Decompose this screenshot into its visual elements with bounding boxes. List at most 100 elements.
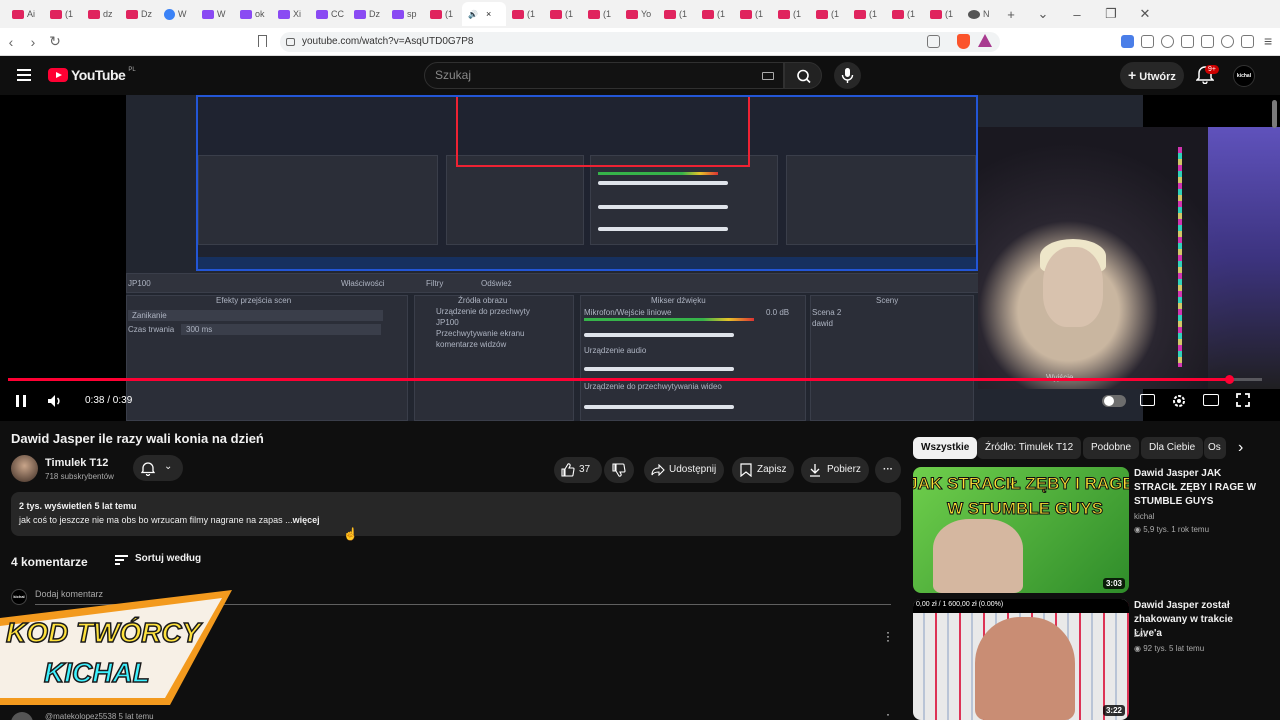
- browser-tab[interactable]: Dz: [120, 2, 158, 26]
- create-button[interactable]: + Utwórz: [1120, 62, 1184, 89]
- miniplayer-icon[interactable]: [1203, 394, 1219, 406]
- browser-menu-icon[interactable]: ≡: [1264, 33, 1272, 49]
- autoplay-toggle[interactable]: [1102, 395, 1126, 407]
- fullscreen-icon[interactable]: [1236, 393, 1250, 407]
- channel-name[interactable]: Timulek T12: [45, 457, 108, 469]
- account-avatar[interactable]: kichal: [1233, 65, 1255, 87]
- browser-tab[interactable]: N: [962, 2, 1000, 26]
- close-window-icon[interactable]: ✕: [1134, 6, 1156, 22]
- subscribe-bell-button[interactable]: ⌄: [133, 455, 183, 481]
- brave-rewards-icon[interactable]: [978, 34, 992, 47]
- chevron-right-icon[interactable]: ›: [1238, 439, 1243, 457]
- back-icon[interactable]: ‹: [0, 34, 22, 50]
- browser-tab[interactable]: W: [196, 2, 234, 26]
- share-button[interactable]: Udostępnij: [644, 457, 724, 483]
- browser-tab[interactable]: (1: [582, 2, 620, 26]
- recommended-title[interactable]: Dawid Jasper został zhakowany w trakcie …: [1134, 599, 1259, 641]
- browser-tab[interactable]: (1: [810, 2, 848, 26]
- chip-related[interactable]: Podobne: [1083, 437, 1140, 459]
- volume-icon[interactable]: [47, 394, 63, 408]
- translate-icon[interactable]: [1121, 35, 1134, 48]
- close-tab-icon[interactable]: ×: [486, 9, 491, 19]
- new-tab-button[interactable]: +: [1000, 7, 1022, 22]
- browser-tab[interactable]: (1: [734, 2, 772, 26]
- browser-tab[interactable]: (1: [696, 2, 734, 26]
- progress-bar[interactable]: [8, 375, 1262, 384]
- browser-tab[interactable]: (1: [924, 2, 962, 26]
- browser-tab[interactable]: CC: [310, 2, 348, 26]
- cast-icon[interactable]: [927, 35, 940, 48]
- subtitles-icon[interactable]: [1140, 394, 1155, 406]
- obs-source-item: Urządzenie do przechwyty: [436, 307, 530, 316]
- recommended-meta-text: 92 tys. 5 lat temu: [1143, 644, 1205, 653]
- browser-tab[interactable]: (1: [424, 2, 462, 26]
- minimize-icon[interactable]: –: [1066, 7, 1088, 22]
- wallet-icon[interactable]: [1201, 35, 1214, 48]
- show-more-link[interactable]: więcej: [293, 515, 320, 525]
- site-info-icon[interactable]: [286, 38, 295, 46]
- recommended-title[interactable]: Dawid Jasper JAK STRACIŁ ZĘBY I RAGE W S…: [1134, 467, 1259, 509]
- browser-tab[interactable]: (1: [544, 2, 582, 26]
- video-player[interactable]: Właściwości Filtry Odśwież JP100 Efekty …: [0, 95, 1280, 421]
- browser-tab[interactable]: dz: [82, 2, 120, 26]
- chip-for-you[interactable]: Dla Ciebie: [1141, 437, 1204, 459]
- music-icon[interactable]: [1161, 35, 1174, 48]
- like-button[interactable]: 37: [554, 457, 602, 483]
- restore-icon[interactable]: ❐: [1100, 6, 1122, 22]
- browser-tab[interactable]: Yo: [620, 2, 658, 26]
- browser-tab[interactable]: Dz: [348, 2, 386, 26]
- browser-tab-active[interactable]: 🔊 ×: [462, 2, 506, 26]
- more-actions-button[interactable]: ···: [875, 457, 901, 483]
- extensions-icon[interactable]: [1141, 35, 1154, 48]
- chip-partial[interactable]: Os: [1204, 437, 1226, 459]
- reload-icon[interactable]: ↻: [44, 33, 66, 50]
- search-input[interactable]: Szukaj: [424, 62, 784, 89]
- time-display: 0:38 / 0:39: [85, 395, 133, 406]
- browser-tab[interactable]: sp: [386, 2, 424, 26]
- browser-tab[interactable]: (1: [44, 2, 82, 26]
- browser-tab[interactable]: Xi: [272, 2, 310, 26]
- browser-tab[interactable]: (1: [848, 2, 886, 26]
- recommended-thumbnail[interactable]: 0,00 zł / 1 600,00 zł (0.00%) 3:22: [913, 599, 1129, 720]
- browser-tab[interactable]: (1: [886, 2, 924, 26]
- tab-list-icon[interactable]: ⌄: [1032, 6, 1054, 22]
- recommended-channel[interactable]: Zeti: [1134, 630, 1147, 639]
- recommended-thumbnail[interactable]: JAK STRACIŁ ZĘBY I RAGE W STUMBLE GUYS 3…: [913, 467, 1129, 593]
- browser-tab[interactable]: ok: [234, 2, 272, 26]
- forward-icon[interactable]: ›: [22, 34, 44, 50]
- keyboard-icon[interactable]: [762, 72, 774, 80]
- bookmark-icon[interactable]: [258, 35, 267, 47]
- url-field[interactable]: youtube.com/watch?v=AsqUTD0G7P8: [280, 32, 1000, 52]
- recommended-channel[interactable]: kichal: [1134, 512, 1154, 521]
- comment-more-icon[interactable]: ·: [884, 708, 892, 720]
- tab-favicon-icon: [240, 9, 252, 19]
- sidebar-icon[interactable]: [1181, 35, 1194, 48]
- browser-tab[interactable]: (1: [658, 2, 696, 26]
- download-button[interactable]: Pobierz: [801, 457, 869, 483]
- voice-search-button[interactable]: [834, 62, 861, 89]
- description-box[interactable]: 2 tys. wyświetleń 5 lat temu jak coś to …: [11, 492, 901, 536]
- search-button[interactable]: [784, 62, 822, 89]
- ai-icon[interactable]: [1221, 35, 1234, 48]
- chip-all[interactable]: Wszystkie: [913, 437, 978, 459]
- create-label: Utwórz: [1139, 71, 1176, 83]
- obs-source-name: JP100: [128, 279, 151, 288]
- chip-source[interactable]: Źródło: Timulek T12: [977, 437, 1082, 459]
- brave-shield-icon[interactable]: [957, 34, 970, 49]
- save-button[interactable]: Zapisz: [732, 457, 794, 483]
- browser-tab[interactable]: (1: [506, 2, 544, 26]
- browser-tab[interactable]: (1: [772, 2, 810, 26]
- browser-tab[interactable]: W: [158, 2, 196, 26]
- channel-avatar[interactable]: [11, 455, 38, 482]
- sort-button[interactable]: Sortuj według: [115, 553, 201, 565]
- comment-author[interactable]: @matekolopez5538 5 lat temu: [45, 712, 154, 720]
- vpn-icon[interactable]: [1241, 35, 1254, 48]
- comment-more-icon[interactable]: · · ·: [884, 626, 892, 646]
- dislike-button[interactable]: [604, 457, 634, 483]
- youtube-logo[interactable]: YouTube PL: [48, 67, 136, 83]
- browser-tab[interactable]: Ai: [6, 2, 44, 26]
- pause-icon[interactable]: [16, 395, 26, 407]
- settings-gear-icon[interactable]: [1171, 393, 1187, 409]
- page-scrollbar[interactable]: [1272, 100, 1277, 128]
- menu-icon[interactable]: [17, 69, 31, 81]
